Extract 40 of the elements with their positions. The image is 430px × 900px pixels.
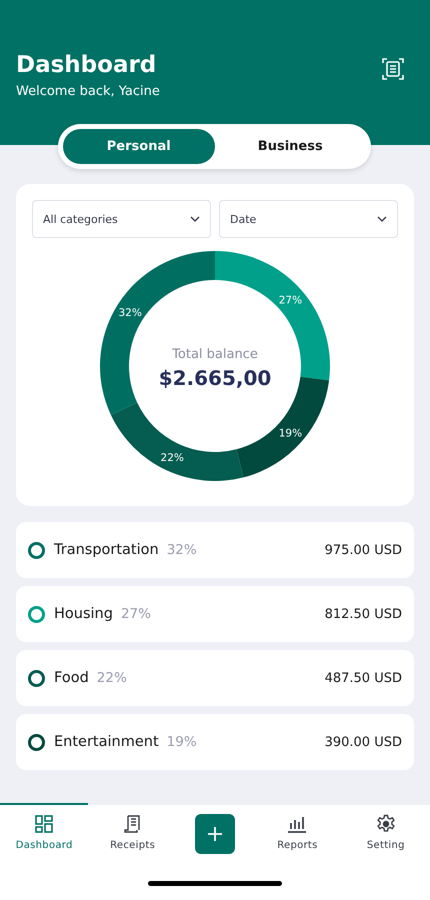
category-name: Food (54, 670, 89, 686)
plus-icon (207, 826, 224, 842)
welcome-text: Welcome back, Yacine (16, 84, 160, 99)
category-row[interactable]: Entertainment 19% 390.00 USD (16, 714, 414, 770)
slice-label: 19% (278, 427, 302, 440)
category-row[interactable]: Housing 27% 812.50 USD (16, 586, 414, 642)
category-amount: 390.00 USD (324, 734, 402, 750)
balance-amount: $2.665,00 (158, 366, 272, 390)
balance-label: Total balance (172, 347, 258, 362)
chevron-down-icon (190, 216, 200, 222)
bar-chart-icon (287, 814, 308, 834)
segment-tab[interactable]: Business (214, 129, 366, 164)
scan-document-icon[interactable] (382, 58, 404, 80)
category-name: Housing (54, 606, 113, 622)
category-row[interactable]: Transportation 32% 975.00 USD (16, 522, 414, 578)
nav-tab[interactable]: Setting (342, 805, 430, 867)
category-name: Entertainment (54, 734, 159, 750)
category-amount: 975.00 USD (324, 542, 402, 558)
filter-dropdown[interactable]: All categories (32, 200, 211, 238)
slice-label: 22% (160, 452, 184, 464)
grid-icon (34, 814, 54, 834)
nav-tab[interactable]: Reports (253, 805, 342, 867)
category-percent: 19% (166, 734, 197, 750)
slice-label: 32% (118, 307, 142, 320)
settings-icon (376, 814, 396, 834)
category-row[interactable]: Food 22% 487.50 USD (16, 650, 414, 706)
slice-label: 27% (278, 294, 302, 307)
category-amount: 812.50 USD (324, 606, 402, 622)
filter-dropdown[interactable]: Date (219, 200, 398, 238)
category-percent: 22% (96, 670, 127, 686)
category-amount: 487.50 USD (324, 670, 402, 686)
category-percent: 27% (120, 606, 151, 622)
chevron-down-icon (377, 216, 387, 222)
page-title: Dashboard (16, 52, 158, 78)
category-percent: 32% (166, 542, 197, 558)
nav-tab[interactable]: Receipts (88, 805, 177, 867)
category-name: Transportation (54, 542, 159, 558)
add-button[interactable] (195, 814, 236, 854)
nav-tab[interactable]: Dashboard (0, 805, 88, 867)
segment-tab[interactable]: Personal (63, 129, 214, 164)
